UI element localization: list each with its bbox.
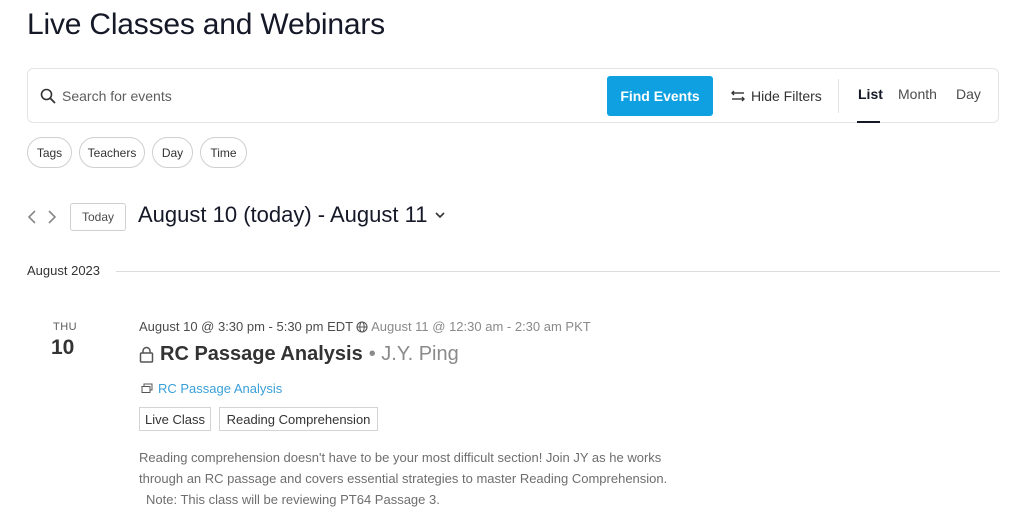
view-month-tab[interactable]: Month bbox=[898, 86, 937, 102]
today-button[interactable]: Today bbox=[70, 203, 126, 231]
view-day-tab[interactable]: Day bbox=[956, 86, 981, 102]
date-range-picker[interactable]: August 10 (today) - August 11 bbox=[138, 202, 446, 228]
event-time-alternate: August 11 @ 12:30 am - 2:30 am PKT bbox=[371, 319, 591, 334]
event-time-local: August 10 @ 3:30 pm - 5:30 pm EDT bbox=[139, 319, 354, 334]
hide-filters-button[interactable]: Hide Filters bbox=[731, 85, 822, 107]
event-day-number: 10 bbox=[51, 336, 75, 359]
event-description-text: Reading comprehension doesn't have to be… bbox=[139, 450, 668, 486]
event-teacher: • J.Y. Ping bbox=[368, 343, 459, 365]
filter-teachers-button[interactable]: Teachers bbox=[79, 137, 145, 168]
series-icon bbox=[141, 383, 153, 393]
search-icon bbox=[40, 88, 56, 104]
event-tag-live-class[interactable]: Live Class bbox=[139, 407, 211, 431]
month-separator-label: August 2023 bbox=[27, 263, 101, 278]
page-title: Live Classes and Webinars bbox=[27, 8, 385, 41]
chevron-down-icon bbox=[435, 212, 446, 219]
previous-arrow-icon[interactable] bbox=[26, 209, 38, 225]
search-input[interactable] bbox=[62, 81, 622, 111]
event-title-link[interactable]: RC Passage Analysis bbox=[160, 343, 363, 366]
filter-time-button[interactable]: Time bbox=[200, 137, 247, 168]
event-series-label: RC Passage Analysis bbox=[158, 381, 283, 396]
hide-filters-label: Hide Filters bbox=[751, 88, 822, 104]
date-range-label: August 10 (today) - August 11 bbox=[138, 202, 428, 227]
filter-toggle-icon bbox=[731, 90, 745, 102]
next-arrow-icon[interactable] bbox=[46, 209, 58, 225]
event-day-name: THU bbox=[53, 321, 78, 333]
event-description-note: Note: This class will be reviewing PT64 … bbox=[146, 492, 440, 507]
filter-day-button[interactable]: Day bbox=[152, 137, 193, 168]
find-events-button[interactable]: Find Events bbox=[607, 76, 713, 116]
event-datetime: August 10 @ 3:30 pm - 5:30 pm EDT August… bbox=[139, 319, 591, 334]
active-view-indicator bbox=[857, 121, 880, 123]
search-bar: Find Events Hide Filters List Month Day bbox=[27, 68, 999, 123]
event-series-link[interactable]: RC Passage Analysis bbox=[141, 381, 282, 396]
event-title-row: RC Passage Analysis • J.Y. Ping bbox=[139, 343, 459, 366]
event-tag-reading-comprehension[interactable]: Reading Comprehension bbox=[219, 407, 378, 431]
filter-tags-button[interactable]: Tags bbox=[27, 137, 72, 168]
view-list-tab[interactable]: List bbox=[858, 86, 883, 102]
globe-icon bbox=[356, 320, 368, 333]
event-description: Reading comprehension doesn't have to be… bbox=[139, 447, 679, 510]
view-divider bbox=[838, 79, 839, 113]
lock-icon bbox=[139, 346, 154, 363]
month-separator-rule bbox=[116, 271, 1000, 272]
